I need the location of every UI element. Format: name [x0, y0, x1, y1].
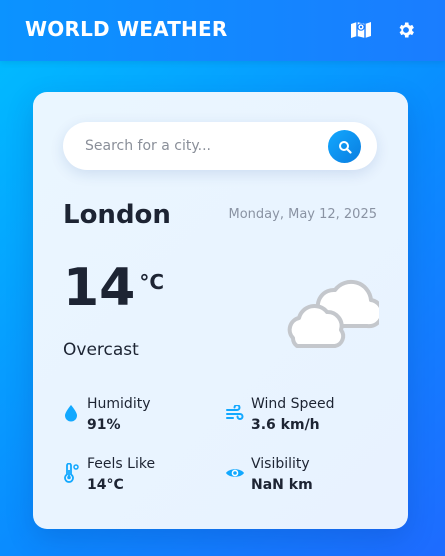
map-icon: [351, 22, 371, 38]
droplet-icon: [65, 405, 77, 422]
humidity-label: Humidity: [87, 396, 151, 412]
search-icon: [338, 140, 352, 154]
temperature-value: 14: [63, 258, 136, 318]
weather-condition: Overcast: [63, 340, 139, 360]
wind-speed-label: Wind Speed: [251, 396, 335, 412]
map-button[interactable]: [349, 18, 373, 42]
app-header: WORLD WEATHER: [0, 0, 445, 61]
current-date: Monday, May 12, 2025: [228, 207, 377, 222]
search-button[interactable]: [328, 130, 361, 163]
feels-like-label: Feels Like: [87, 456, 156, 472]
search-input[interactable]: [85, 134, 315, 158]
wind-speed-detail: Wind Speed 3.6 km/h: [225, 394, 335, 436]
visibility-label: Visibility: [251, 456, 310, 472]
thermometer-icon: [64, 463, 79, 483]
search-bar: [63, 122, 377, 170]
feels-like-detail: Feels Like 14°C: [61, 454, 155, 496]
temperature: 14 °C: [63, 262, 164, 314]
city-name: London: [63, 200, 171, 230]
app-title: WORLD WEATHER: [25, 17, 228, 41]
wind-icon: [226, 405, 244, 420]
wind-speed-value: 3.6 km/h: [251, 417, 320, 433]
eye-icon: [226, 469, 244, 477]
weather-card: London Monday, May 12, 2025 14 °C Overca…: [33, 92, 408, 529]
humidity-detail: Humidity 91%: [61, 394, 150, 436]
settings-button[interactable]: [394, 18, 418, 42]
visibility-value: NaN km: [251, 477, 313, 493]
cloud-icon: [287, 279, 379, 348]
temperature-unit: °C: [139, 270, 165, 294]
feels-like-value: 14°C: [87, 477, 124, 493]
gear-icon: [399, 22, 414, 38]
humidity-value: 91%: [87, 417, 121, 433]
visibility-detail: Visibility NaN km: [225, 454, 313, 496]
